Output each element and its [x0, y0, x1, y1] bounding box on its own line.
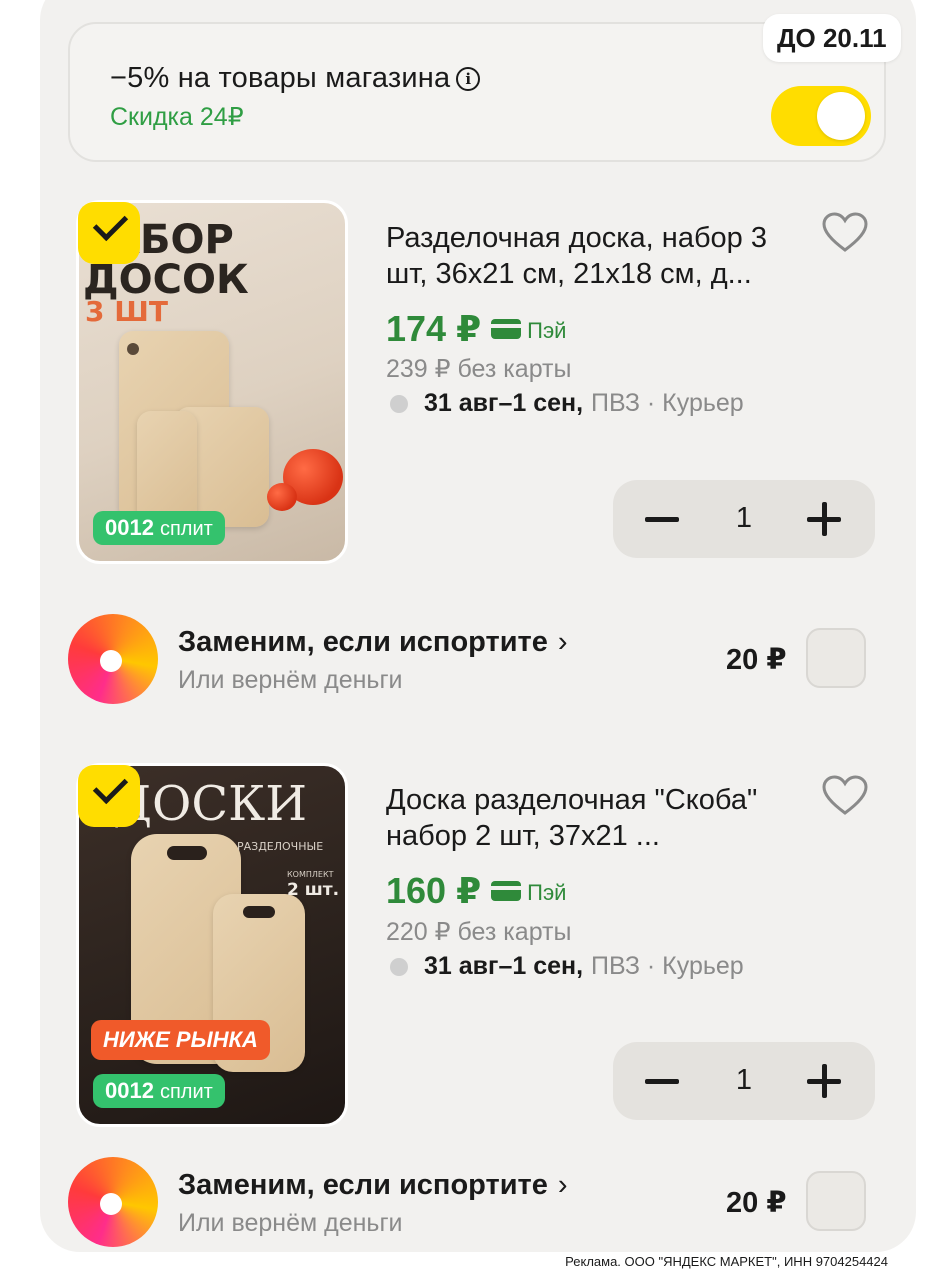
favorite-heart-icon[interactable] — [822, 775, 868, 817]
replacement-insurance: Заменим, если испортите › Или вернём день… — [0, 614, 952, 704]
item-select-checkbox[interactable] — [78, 765, 140, 827]
delivery-dot-icon — [390, 957, 408, 976]
pay-label: Пэй — [527, 880, 567, 905]
split-badge: 0012 сплит — [93, 1074, 225, 1108]
item-select-checkbox[interactable] — [78, 202, 140, 264]
favorite-heart-icon[interactable] — [822, 212, 868, 254]
delivery-dates: 31 авг–1 сен, — [424, 952, 584, 980]
board-handle-hole — [243, 906, 275, 918]
quantity-stepper: 1 — [613, 480, 875, 558]
delivery-info: 31 авг–1 сен, ПВЗ · Курьер — [390, 952, 744, 981]
increase-button[interactable] — [807, 502, 841, 536]
insurance-title[interactable]: Заменим, если испортите › — [178, 626, 568, 659]
insurance-price: 20 ₽ — [726, 1187, 787, 1219]
discount-toggle[interactable] — [771, 86, 871, 146]
image-text-line4: 2 шт. — [287, 880, 340, 900]
image-text-line1: ДОСКИ — [113, 776, 308, 832]
board-hole — [127, 343, 139, 355]
info-icon[interactable]: i — [456, 67, 481, 91]
quantity-stepper: 1 — [613, 1042, 875, 1120]
image-text-line3: 3 ШТ — [85, 295, 168, 328]
delivery-info: 31 авг–1 сен, ПВЗ · Курьер — [390, 389, 744, 418]
promo-label: НИЖЕ РЫНКА — [91, 1020, 270, 1060]
price-without-card: 239 ₽ без карты — [386, 355, 572, 383]
board-small — [137, 411, 197, 523]
insurance-subtitle: Или вернём деньги — [178, 666, 403, 694]
chevron-right-icon: › — [557, 1169, 568, 1201]
insurance-checkbox[interactable] — [806, 1171, 866, 1231]
image-text-line2: РАЗДЕЛОЧНЫЕ — [237, 840, 324, 853]
insurance-logo-icon — [68, 1157, 158, 1247]
insurance-subtitle: Или вернём деньги — [178, 1209, 403, 1237]
tomato — [267, 483, 297, 511]
price: 160 ₽ — [386, 870, 482, 911]
card-icon — [491, 319, 522, 339]
price-row: 160 ₽ Пэй — [386, 870, 566, 912]
toggle-knob — [817, 92, 865, 140]
insurance-title[interactable]: Заменим, если испортите › — [178, 1169, 568, 1202]
delivery-dates: 31 авг–1 сен, — [424, 389, 584, 417]
discount-amount: Скидка 24₽ — [110, 103, 244, 131]
price: 174 ₽ — [386, 308, 482, 349]
discount-title[interactable]: −5% на товары магазина i — [110, 62, 481, 95]
board-handle-hole — [167, 846, 207, 860]
image-text-line3: КОМПЛЕКТ — [287, 870, 334, 879]
insurance-logo-icon — [68, 614, 158, 704]
discount-deadline-badge: ДО 20.11 — [763, 14, 901, 62]
product-title[interactable]: Доска разделочная "Скоба" набор 2 шт, 37… — [386, 782, 806, 854]
increase-button[interactable] — [807, 1064, 841, 1098]
insurance-checkbox[interactable] — [806, 628, 866, 688]
price-row: 174 ₽ Пэй — [386, 308, 566, 350]
pay-label: Пэй — [527, 318, 567, 343]
card-icon — [491, 881, 522, 901]
delivery-methods: ПВЗ · Курьер — [591, 952, 744, 980]
replacement-insurance: Заменим, если испортите › Или вернём день… — [0, 1157, 952, 1247]
product-title[interactable]: Разделочная доска, набор 3 шт, 36х21 см,… — [386, 220, 806, 292]
delivery-dot-icon — [390, 394, 408, 413]
ad-disclaimer: Реклама. ООО "ЯНДЕКС МАРКЕТ", ИНН 970425… — [565, 1254, 888, 1269]
delivery-methods: ПВЗ · Курьер — [591, 389, 744, 417]
chevron-right-icon: › — [557, 626, 568, 658]
insurance-price: 20 ₽ — [726, 644, 787, 676]
price-without-card: 220 ₽ без карты — [386, 918, 572, 946]
split-badge: 0012 сплит — [93, 511, 225, 545]
